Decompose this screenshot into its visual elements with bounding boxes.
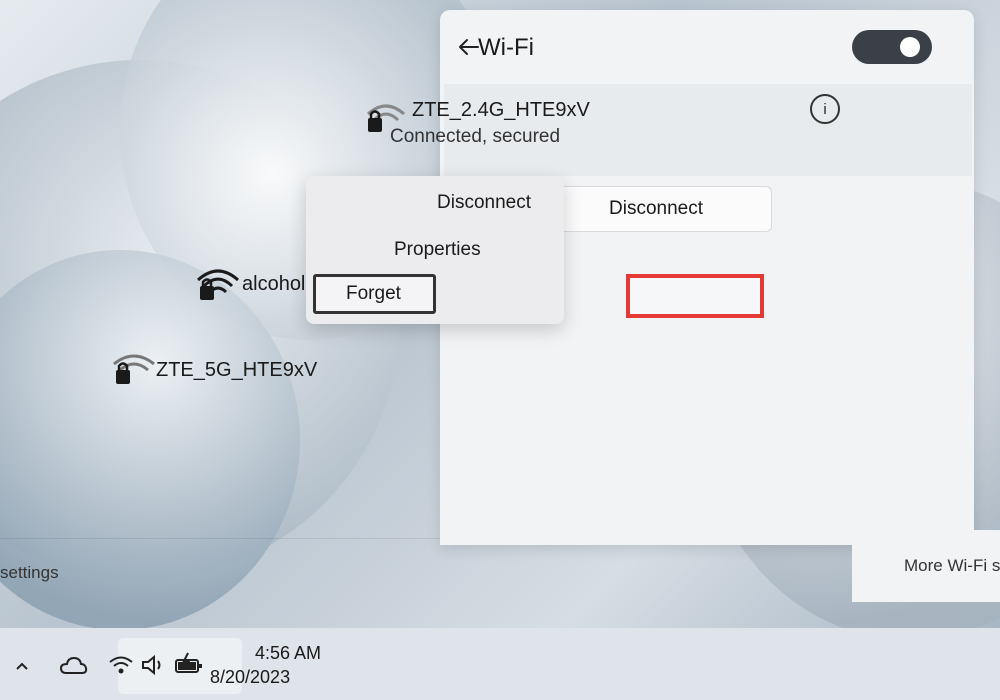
wifi-icon <box>109 656 133 674</box>
menu-item-disconnect[interactable]: Disconnect <box>437 192 531 214</box>
wifi-panel-header: Wi-Fi <box>440 10 974 82</box>
info-icon[interactable]: i <box>810 94 840 124</box>
more-wifi-settings-link[interactable]: More Wi-Fi settings <box>852 530 1000 602</box>
disconnect-button[interactable]: Disconnect <box>540 186 772 232</box>
settings-link-fragment[interactable]: settings <box>0 563 59 583</box>
menu-item-properties[interactable]: Properties <box>394 239 481 261</box>
network-name-alcohol[interactable]: alcohol <box>242 273 305 296</box>
back-arrow-icon <box>459 39 479 55</box>
wifi-secured-icon <box>196 269 240 300</box>
panel-divider <box>0 538 440 539</box>
panel-title: Wi-Fi <box>478 34 534 61</box>
show-hidden-icons-button[interactable] <box>8 652 36 680</box>
menu-item-forget[interactable]: Forget <box>313 274 436 314</box>
volume-icon <box>142 654 161 676</box>
onedrive-button[interactable] <box>56 650 90 680</box>
taskbar-time[interactable]: 4:56 AM <box>255 643 321 664</box>
battery-icon <box>175 652 202 673</box>
wifi-toggle[interactable] <box>852 30 932 64</box>
connected-network-name: ZTE_2.4G_HTE9xV <box>412 99 590 121</box>
network-name-zte-5g[interactable]: ZTE_5G_HTE9xV <box>156 359 317 382</box>
chevron-up-icon <box>16 662 28 670</box>
wifi-secured-icon <box>113 354 155 384</box>
taskbar-date[interactable]: 8/20/2023 <box>210 667 290 688</box>
toggle-knob <box>900 37 920 57</box>
connected-network-status: Connected, secured <box>390 126 561 147</box>
cloud-icon <box>59 656 88 674</box>
highlight-box <box>626 274 764 318</box>
